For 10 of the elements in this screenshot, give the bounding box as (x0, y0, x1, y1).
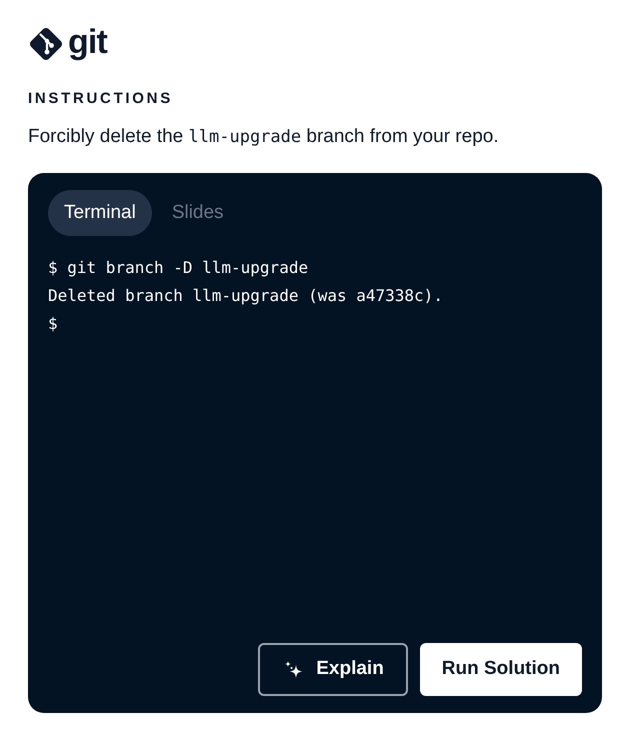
instruction-text: Forcibly delete the llm-upgrade branch from your repo. (28, 124, 500, 148)
terminal-line: Deleted branch llm-upgrade (was a47338c). (48, 285, 444, 307)
terminal-line: $ git branch -D llm-upgrade (48, 257, 310, 279)
git-wordmark: git (68, 25, 107, 59)
tab[interactable]: Slides (160, 190, 236, 236)
explain-button[interactable]: Explain (258, 643, 408, 696)
terminal-line: $ (48, 313, 59, 335)
run-solution-button[interactable]: Run Solution (420, 643, 582, 696)
tab[interactable]: Terminal (48, 190, 152, 236)
section-label: INSTRUCTIONS (28, 89, 174, 109)
